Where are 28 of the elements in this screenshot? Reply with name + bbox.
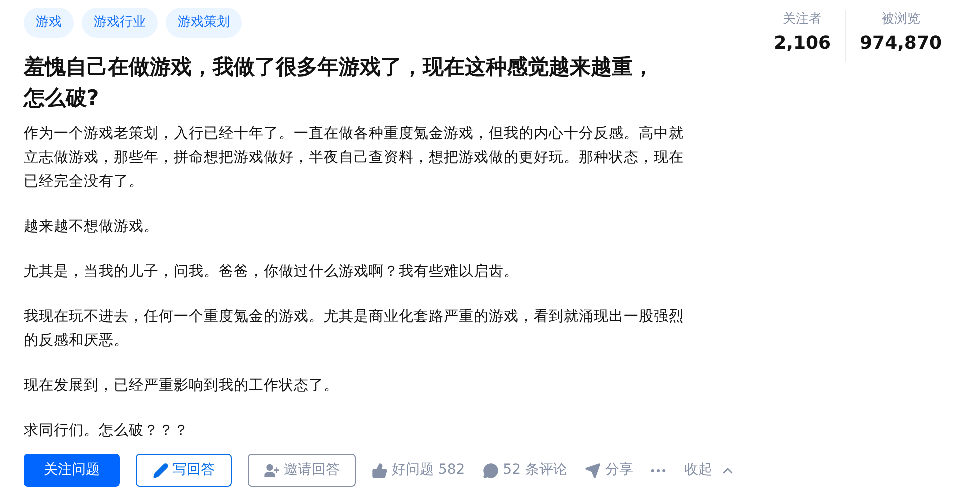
question-paragraph: 求同行们。怎么破？？？ — [24, 422, 190, 441]
question-paragraph: 尤其是，当我的儿子，问我。爸爸，你做过什么游戏啊？我有些难以启齿。 — [24, 262, 520, 282]
more-button[interactable] — [651, 468, 666, 472]
write-answer-button[interactable]: 写回答 — [136, 454, 232, 487]
stat-label: 被浏览 — [882, 11, 920, 29]
question-paragraph: 作为一个游戏老策划，入行已经十年了。一直在做各种重度氪金游戏，但我的内心十分反感。高中就立志做游戏，那些年，拼命想把游戏做好，半夜自己查资料，想把游戏做的更好玩。那种状态，现在已经完全没有了。 — [24, 124, 685, 192]
follow-button[interactable]: 关注问题 — [24, 454, 120, 487]
stat-value: 2,106 — [774, 32, 832, 56]
stat-label: 关注者 — [783, 11, 822, 29]
more-icon — [651, 468, 666, 472]
share-button[interactable]: 分享 — [585, 460, 634, 481]
user-plus-icon — [264, 462, 280, 478]
like-button[interactable]: 好问题 582 — [372, 460, 466, 481]
collapse-button[interactable]: 收起 — [684, 460, 736, 481]
stat-value: 974,870 — [860, 32, 942, 56]
thumbs-up-icon — [372, 462, 388, 478]
topic-tag[interactable]: 游戏策划 — [166, 8, 242, 38]
topic-tag[interactable]: 游戏 — [24, 8, 74, 38]
question-paragraph: 现在发展到，已经严重影响到我的工作状态了。 — [24, 377, 340, 396]
pencil-icon — [153, 462, 169, 478]
comment-icon — [483, 462, 500, 478]
topic-tag[interactable]: 游戏行业 — [82, 8, 158, 38]
question-paragraph: 我现在玩不进去，任何一个重度氪金的游戏。尤其是商业化套路严重的游戏，看到就涌现出一股强烈的反感和厌恶。 — [24, 308, 685, 351]
question-title: 羞愧自己在做游戏，我做了很多年游戏了，现在这种感觉越来越重，怎么破? — [24, 54, 655, 112]
question-paragraph: 越来越不想做游戏。 — [24, 218, 160, 237]
share-icon — [585, 462, 602, 478]
invite-answer-button[interactable]: 邀请回答 — [248, 454, 356, 487]
comment-button[interactable]: 52 条评论 — [483, 460, 568, 481]
